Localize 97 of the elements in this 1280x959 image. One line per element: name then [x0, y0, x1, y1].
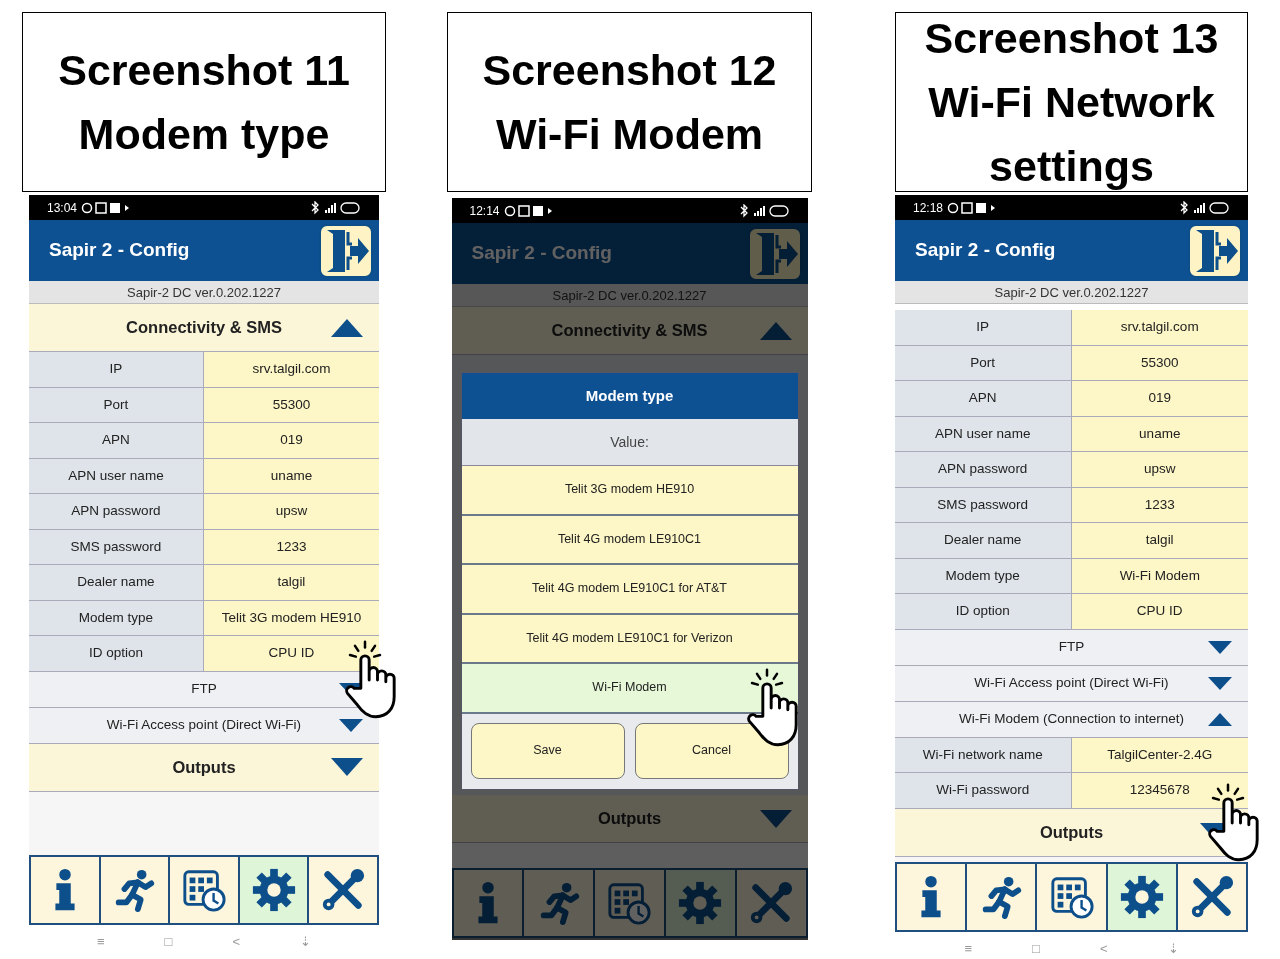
- dialog-title: Modem type: [461, 373, 798, 419]
- section-title: Connectivity & SMS: [551, 320, 708, 342]
- field-value[interactable]: srv.talgil.com: [204, 352, 379, 387]
- caption-text: Screenshot 12: [482, 45, 777, 96]
- field-value[interactable]: CPU ID: [204, 636, 379, 671]
- caption-text: Wi-Fi Network: [928, 77, 1215, 128]
- dialog-prompt: Value:: [461, 419, 798, 466]
- field-label: Port: [895, 345, 1072, 380]
- field-value[interactable]: upsw: [1071, 452, 1248, 487]
- caption-text: Screenshot 13: [924, 13, 1219, 64]
- field-value[interactable]: Telit 3G modem HE910: [204, 600, 379, 635]
- field-label: ID option: [895, 594, 1072, 629]
- field-value[interactable]: 1233: [204, 529, 379, 564]
- field-label: Port: [29, 387, 204, 422]
- field-label: IP: [895, 310, 1072, 345]
- caption-text: Wi-Fi Modem: [495, 109, 764, 160]
- caption-text: settings: [989, 141, 1154, 192]
- expand-arrow-icon[interactable]: [1208, 640, 1232, 654]
- option-item[interactable]: Telit 3G modem HE910: [461, 466, 798, 516]
- field-label: Dealer name: [29, 565, 204, 600]
- field-label: APN password: [29, 494, 204, 529]
- section-header[interactable]: Outputs: [29, 743, 379, 792]
- field-label: Dealer name: [895, 523, 1072, 558]
- field-label: APN user name: [29, 458, 204, 493]
- field-value[interactable]: 55300: [204, 387, 379, 422]
- status-icons-drawing: [309, 200, 361, 215]
- subsection-title: Wi-Fi Access point (Direct Wi-Fi): [974, 673, 1169, 692]
- calendar-clock-icon[interactable]: [1048, 874, 1095, 920]
- field-value[interactable]: uname: [204, 458, 379, 493]
- version-text: Sapir-2 DC ver.0.202.1227: [895, 281, 1248, 304]
- field-label: ID option: [29, 636, 204, 671]
- section-title: Connectivity & SMS: [126, 317, 282, 339]
- collapse-arrow-icon[interactable]: [331, 318, 363, 337]
- field-value[interactable]: 019: [204, 423, 379, 458]
- field-value[interactable]: Wi-Fi Modem: [1071, 558, 1248, 593]
- settings-icon[interactable]: [1118, 874, 1165, 920]
- field-value[interactable]: 019: [1071, 381, 1248, 416]
- section-title: Outputs: [1039, 821, 1104, 843]
- field-label: APN: [895, 381, 1072, 416]
- settings-icon[interactable]: [250, 867, 297, 913]
- section-title: Outputs: [597, 808, 662, 830]
- status-icons-drawing: [1178, 200, 1230, 215]
- field-label: Modem type: [29, 600, 204, 635]
- field-label: Modem type: [895, 558, 1072, 593]
- exit-door-icon[interactable]: [1188, 223, 1242, 278]
- section-title: Outputs: [172, 756, 236, 778]
- field-label: Wi-Fi password: [895, 773, 1072, 808]
- version-text: Sapir-2 DC ver.0.202.1227: [29, 281, 379, 304]
- field-value[interactable]: 1233: [1071, 487, 1248, 522]
- field-label: APN: [29, 423, 204, 458]
- field-value[interactable]: TalgilCenter-2.4G: [1071, 737, 1248, 772]
- subsection-title: FTP: [191, 679, 217, 698]
- field-value[interactable]: 12345678: [1071, 773, 1248, 808]
- subsection-title: Wi-Fi Modem (Connection to internet): [958, 709, 1185, 728]
- field-value[interactable]: uname: [1071, 416, 1248, 451]
- option-item[interactable]: Telit 4G modem LE910C1 for AT&T: [461, 565, 798, 615]
- status-time: 12:18: [913, 199, 944, 217]
- dialog-button[interactable]: Cancel: [634, 722, 789, 779]
- subsection-title: Wi-Fi Access point (Direct Wi-Fi): [106, 715, 302, 734]
- field-label: Wi-Fi network name: [895, 737, 1072, 772]
- field-value[interactable]: CPU ID: [1071, 594, 1248, 629]
- caption-text: Screenshot 11: [58, 45, 350, 96]
- status-time: 13:04: [47, 199, 78, 217]
- subsection-title: FTP: [1058, 637, 1085, 656]
- field-label: APN user name: [895, 416, 1072, 451]
- app-title: Sapir 2 - Config: [49, 238, 190, 263]
- field-label: SMS password: [895, 487, 1072, 522]
- option-item[interactable]: Wi-Fi Modem: [461, 664, 798, 714]
- version-text: Sapir-2 DC ver.0.202.1227: [451, 284, 808, 307]
- field-value[interactable]: talgil: [204, 565, 379, 600]
- expand-arrow-icon[interactable]: [339, 718, 363, 732]
- subsection-header[interactable]: Wi-Fi Access point (Direct Wi-Fi): [29, 707, 379, 744]
- subsection-header[interactable]: Wi-Fi Modem (Connection to internet): [895, 701, 1248, 738]
- subsection-header[interactable]: FTP: [895, 629, 1248, 666]
- exit-door-icon[interactable]: [319, 223, 373, 278]
- status-time: 12:14: [469, 202, 500, 220]
- subsection-header[interactable]: Wi-Fi Access point (Direct Wi-Fi): [895, 665, 1248, 702]
- field-value[interactable]: 55300: [1071, 345, 1248, 380]
- field-label: APN password: [895, 452, 1072, 487]
- tools-icon[interactable]: [320, 867, 367, 913]
- expand-arrow-icon[interactable]: [1208, 676, 1232, 690]
- field-value[interactable]: talgil: [1071, 523, 1248, 558]
- expand-arrow-icon[interactable]: [331, 758, 363, 776]
- option-item[interactable]: Telit 4G modem LE910C1: [461, 515, 798, 565]
- caption-text: Modem type: [78, 109, 330, 160]
- app-title: Sapir 2 - Config: [915, 238, 1056, 263]
- option-item[interactable]: Telit 4G modem LE910C1 for Verizon: [461, 614, 798, 664]
- status-icons-drawing: [503, 203, 554, 218]
- field-value[interactable]: upsw: [204, 494, 379, 529]
- field-label: SMS password: [29, 529, 204, 564]
- app-title: Sapir 2 - Config: [471, 241, 612, 266]
- collapse-arrow-icon[interactable]: [1208, 712, 1232, 726]
- dialog-button[interactable]: Save: [470, 722, 625, 779]
- field-label: IP: [29, 352, 204, 387]
- field-value[interactable]: srv.talgil.com: [1071, 310, 1248, 345]
- calendar-clock-icon[interactable]: [181, 867, 227, 913]
- section-header[interactable]: Connectivity & SMS: [29, 304, 379, 352]
